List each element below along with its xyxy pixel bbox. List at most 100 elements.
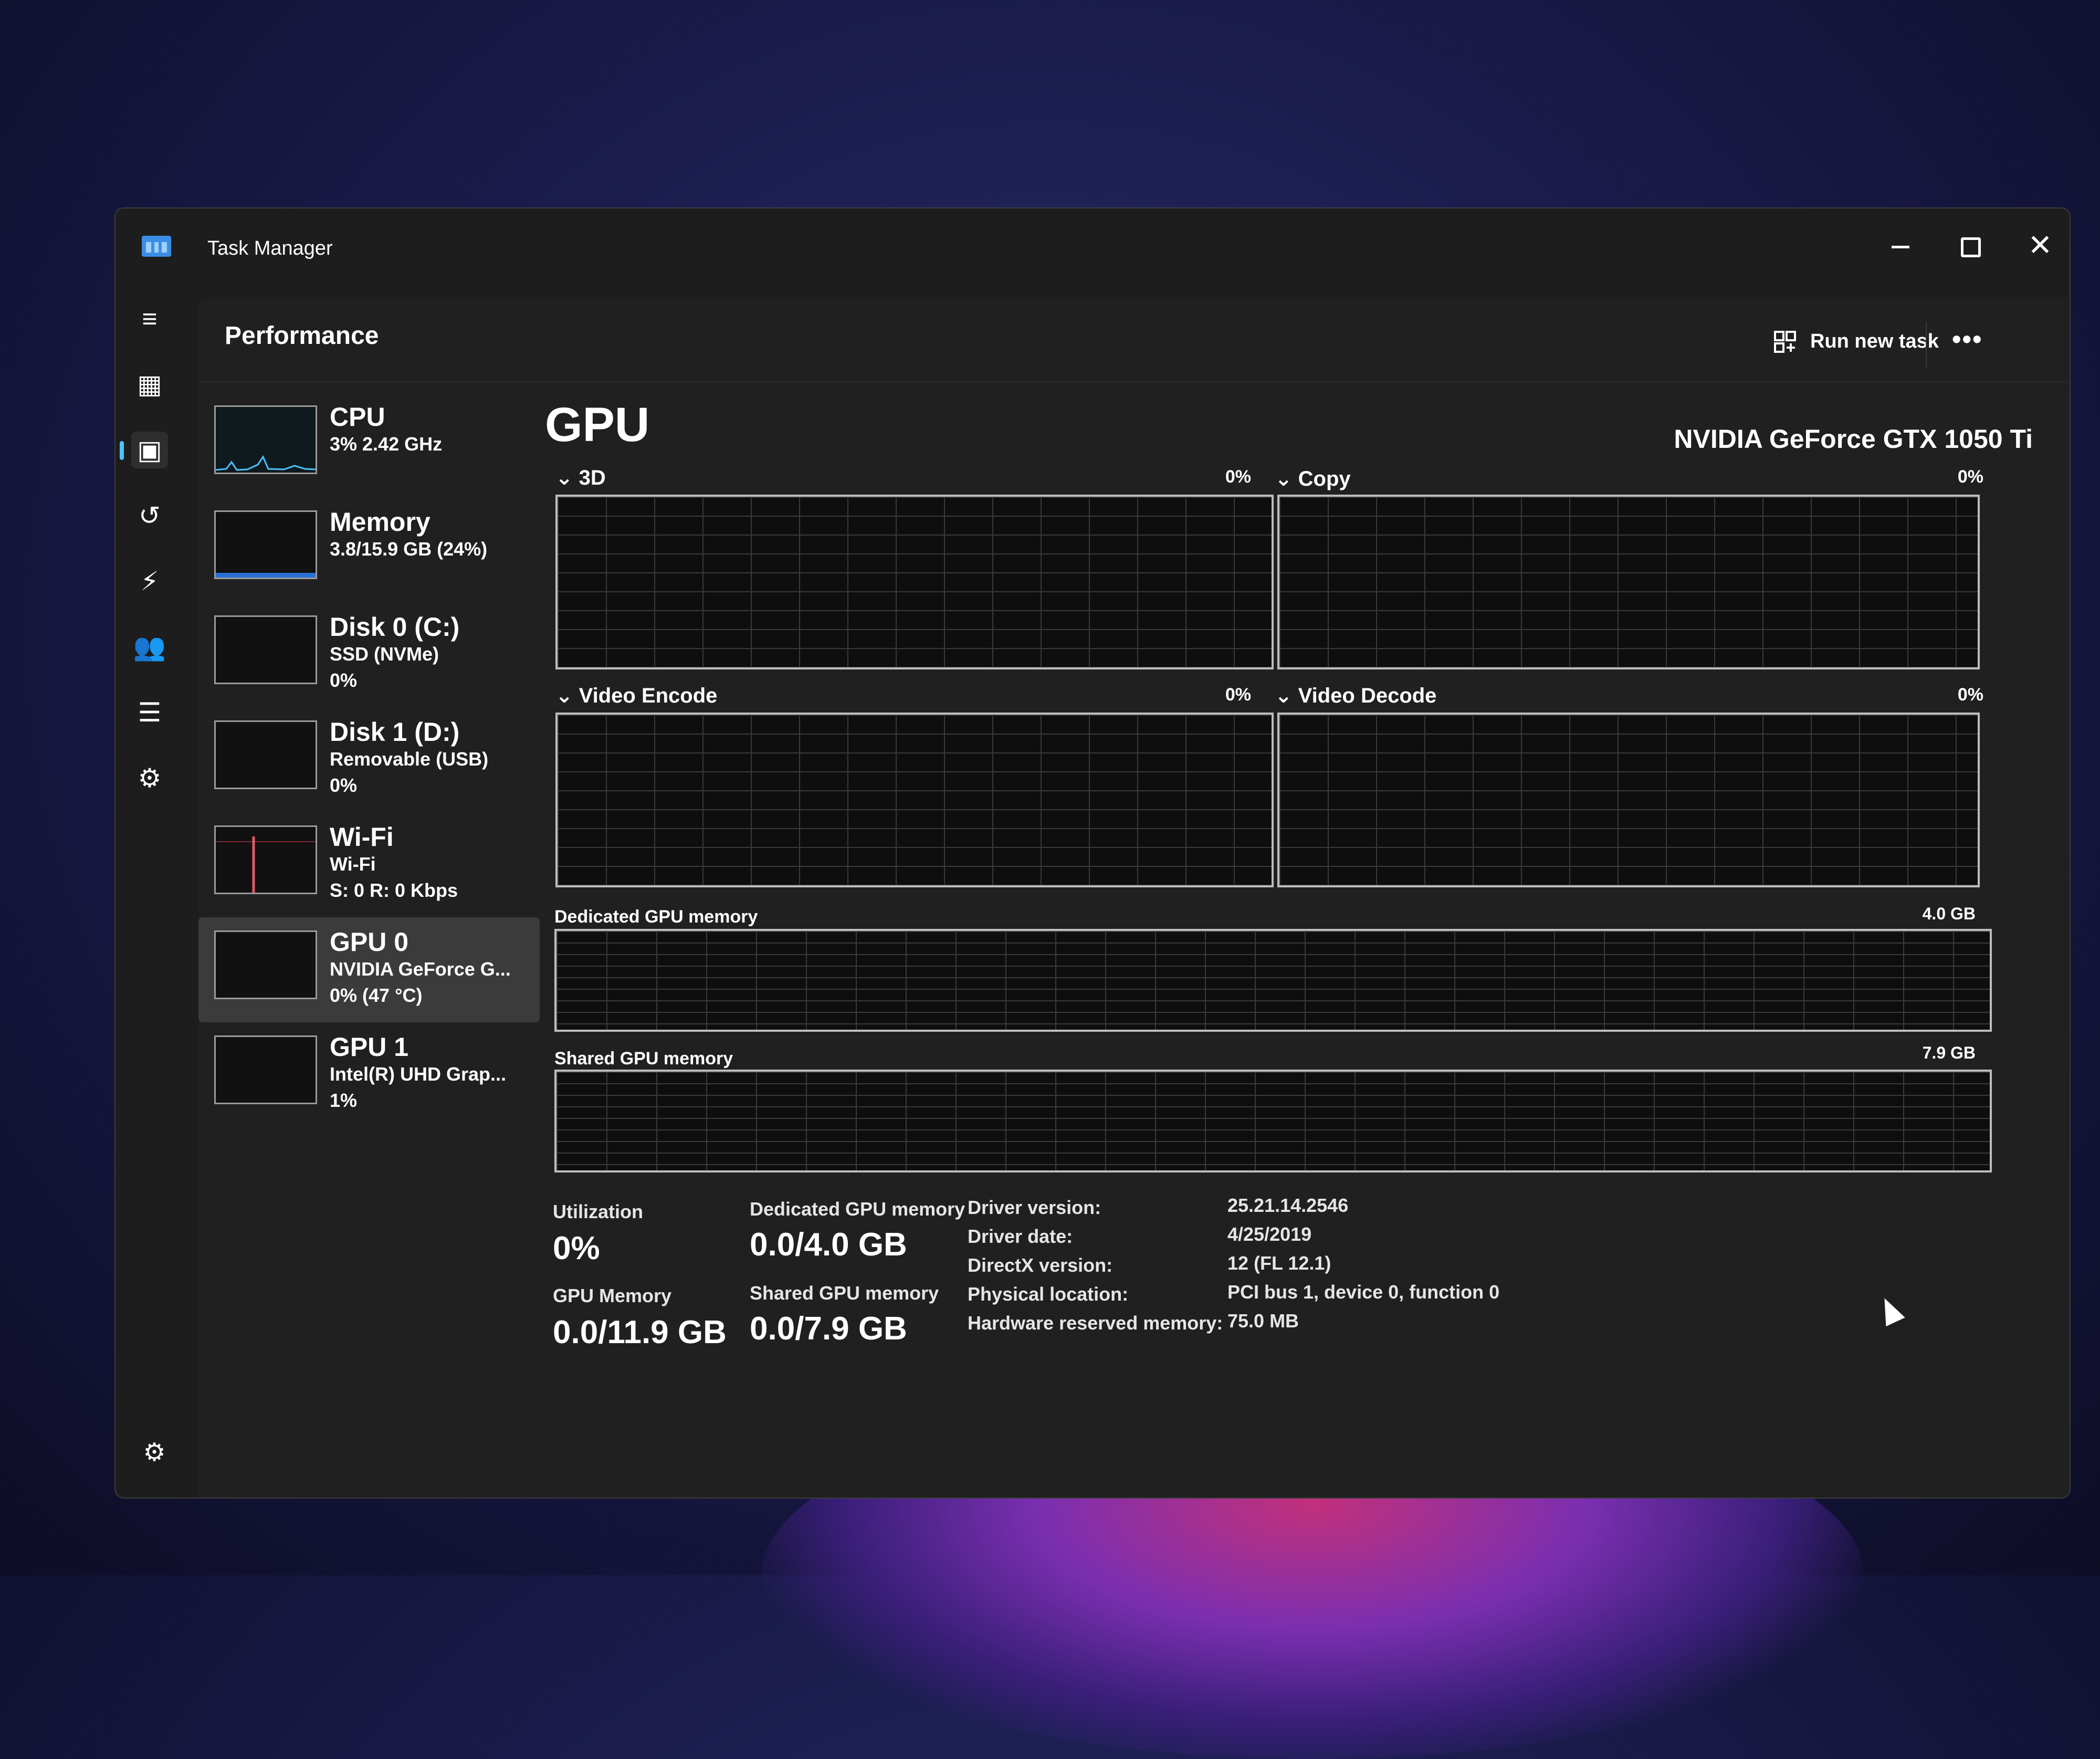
shared-memory-max: 7.9 GB [1922,1043,1976,1062]
settings-gear-icon[interactable]: ⚙ [139,1437,170,1469]
resource-usage: 0% [330,774,358,796]
run-new-task-button[interactable]: Run new task [1810,330,1939,353]
performance-panel: Performance Run new task ••• CPU 3% 2.42… [198,298,2070,1498]
disk1-thumbnail-graph [214,720,317,789]
directx-version-label: DirectX version: [968,1254,1113,1276]
resource-detail: 3.8/15.9 GB (24%) [330,538,488,560]
task-manager-app-icon [142,236,171,257]
shared-memory-graph-label: Shared GPU memory [554,1049,733,1069]
resource-item-gpu0[interactable]: GPU 0 NVIDIA GeForce G... 0% (47 °C) [198,917,540,1022]
resource-detail: SSD (NVMe) [330,643,439,665]
wifi-thumbnail-graph [214,825,317,894]
resource-name: GPU 1 [330,1032,409,1062]
dedicated-memory-label: Dedicated GPU memory [750,1198,965,1220]
gpu-model-name: NVIDIA GeForce GTX 1050 Ti [1674,424,2033,454]
resource-usage: 0% (47 °C) [330,985,423,1006]
resource-name: Wi-Fi [330,822,394,852]
resource-usage: 1% [330,1090,358,1111]
minimize-button[interactable] [1874,224,1927,266]
resource-item-cpu[interactable]: CPU 3% 2.42 GHz [198,392,540,497]
directx-version-value: 12 (FL 12.1) [1227,1252,1331,1274]
dedicated-memory-value: 0.0/4.0 GB [750,1227,907,1263]
engine-video-decode-graph [1277,713,1980,887]
engine-video-encode-percent: 0% [1225,685,1251,705]
window-title: Task Manager [207,237,333,259]
resource-item-gpu1[interactable]: GPU 1 Intel(R) UHD Grap... 1% [198,1022,540,1127]
resource-name: Memory [330,507,430,537]
resource-detail: Removable (USB) [330,748,489,770]
page-header: Performance Run new task ••• [198,298,2070,383]
hardware-reserved-memory-value: 75.0 MB [1227,1310,1299,1332]
resource-name: Disk 1 (D:) [330,717,460,747]
resource-detail: NVIDIA GeForce G... [330,958,511,980]
dedicated-memory-max: 4.0 GB [1922,904,1976,923]
physical-location-label: Physical location: [968,1283,1129,1305]
resource-name: CPU [330,402,385,432]
gpu-memory-value: 0.0/11.9 GB [553,1314,727,1350]
header-divider [1926,321,1927,369]
dedicated-memory-graph-label: Dedicated GPU memory [554,907,758,927]
maximize-button[interactable] [1945,224,1997,266]
engine-3d-percent: 0% [1225,467,1251,487]
driver-date-value: 4/25/2019 [1227,1223,1312,1245]
physical-location-value: PCI bus 1, device 0, function 0 [1227,1281,1500,1303]
driver-version-label: Driver version: [968,1197,1101,1218]
task-manager-window: Task Manager ✕ ≡ ▦ ▣ ↺ ⚡ 👥 ☰ ⚙ ⚙ Perform… [114,207,2071,1499]
memory-thumbnail-graph [214,510,317,579]
close-button[interactable]: ✕ [2014,224,2066,266]
gpu-title: GPU [545,398,650,452]
resource-item-disk1[interactable]: Disk 1 (D:) Removable (USB) 0% [198,707,540,812]
engine-video-encode-graph [555,713,1274,887]
engine-video-encode-label[interactable]: ⌄ Video Encode [555,684,717,708]
gpu1-thumbnail-graph [214,1035,317,1104]
services-icon[interactable]: ⚙ [131,760,168,797]
page-title: Performance [225,322,379,350]
hardware-reserved-memory-label: Hardware reserved memory: [968,1312,1223,1334]
resource-name: Disk 0 (C:) [330,612,460,642]
engine-3d-label[interactable]: ⌄ 3D [555,466,606,490]
driver-version-value: 25.21.14.2546 [1227,1195,1349,1216]
shared-memory-label: Shared GPU memory [750,1282,939,1304]
resource-detail: Wi-Fi [330,853,376,875]
resource-detail: 3% 2.42 GHz [330,433,443,455]
run-new-task-icon [1774,331,1796,353]
engine-video-decode-percent: 0% [1957,685,1983,705]
navigation-rail: ≡ ▦ ▣ ↺ ⚡ 👥 ☰ ⚙ ⚙ [116,277,194,1498]
close-icon: ✕ [2028,228,2053,261]
performance-icon[interactable]: ▣ [120,432,168,468]
resource-item-wifi[interactable]: Wi-Fi Wi-Fi S: 0 R: 0 Kbps [198,812,540,917]
minimize-icon [1892,246,1909,249]
processes-icon[interactable]: ▦ [131,366,168,403]
memory-usage-fill [216,573,316,578]
resource-name: GPU 0 [330,927,409,957]
utilization-value: 0% [553,1230,600,1266]
hamburger-menu-icon[interactable]: ≡ [131,300,168,337]
dedicated-memory-graph [554,929,1992,1032]
shared-memory-graph [554,1070,1992,1172]
engine-copy-label[interactable]: ⌄ Copy [1275,467,1351,491]
engine-3d-graph [555,495,1274,669]
details-icon[interactable]: ☰ [131,694,168,731]
gpu-memory-label: GPU Memory [553,1285,672,1306]
more-options-button[interactable]: ••• [1952,324,1983,354]
resource-usage: 0% [330,669,358,691]
shared-memory-value: 0.0/7.9 GB [750,1311,907,1347]
app-history-icon[interactable]: ↺ [131,497,168,534]
engine-copy-percent: 0% [1957,467,1983,487]
engine-copy-graph [1277,495,1980,669]
engine-video-decode-label[interactable]: ⌄ Video Decode [1275,684,1436,708]
gpu0-thumbnail-graph [214,930,317,999]
resource-detail: Intel(R) UHD Grap... [330,1063,507,1085]
cpu-thumbnail-graph [214,405,317,474]
driver-date-label: Driver date: [968,1226,1073,1247]
resource-usage: S: 0 R: 0 Kbps [330,880,458,901]
title-bar[interactable]: Task Manager ✕ [116,208,2070,277]
resource-item-memory[interactable]: Memory 3.8/15.9 GB (24%) [198,497,540,602]
disk0-thumbnail-graph [214,615,317,684]
startup-apps-icon[interactable]: ⚡ [131,563,168,600]
users-icon[interactable]: 👥 [131,629,168,665]
utilization-label: Utilization [553,1201,643,1222]
maximize-icon [1961,237,1981,257]
gpu-detail-pane: GPU NVIDIA GeForce GTX 1050 Ti ⌄ 3D 0% ⌄… [545,392,2070,1498]
resource-item-disk0[interactable]: Disk 0 (C:) SSD (NVMe) 0% [198,602,540,707]
